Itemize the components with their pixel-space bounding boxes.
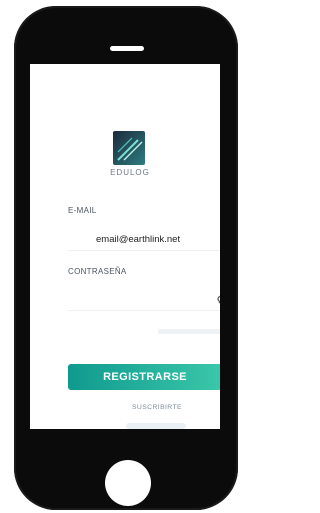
email-field[interactable]: email@earthlink.net <box>96 234 180 245</box>
phone-frame: EDULOG E-MAIL email@earthlink.net CONTRA… <box>14 6 238 510</box>
forgot-password-link[interactable] <box>158 329 220 334</box>
app-screen: EDULOG E-MAIL email@earthlink.net CONTRA… <box>30 64 220 429</box>
email-underline <box>68 250 220 251</box>
subscribe-link[interactable]: SUSCRIBIRTE <box>132 404 182 411</box>
register-button[interactable]: REGISTRARSE <box>68 364 220 390</box>
bottom-link[interactable] <box>126 423 186 429</box>
speaker-slot <box>110 46 144 51</box>
home-button[interactable] <box>105 460 151 506</box>
password-field[interactable] <box>68 310 220 311</box>
edulog-logo <box>113 131 145 165</box>
password-label: CONTRASEÑA <box>68 267 127 276</box>
logo-text: EDULOG <box>110 168 150 177</box>
eye-slash-icon[interactable] <box>216 294 220 304</box>
email-label: E-MAIL <box>68 206 97 215</box>
